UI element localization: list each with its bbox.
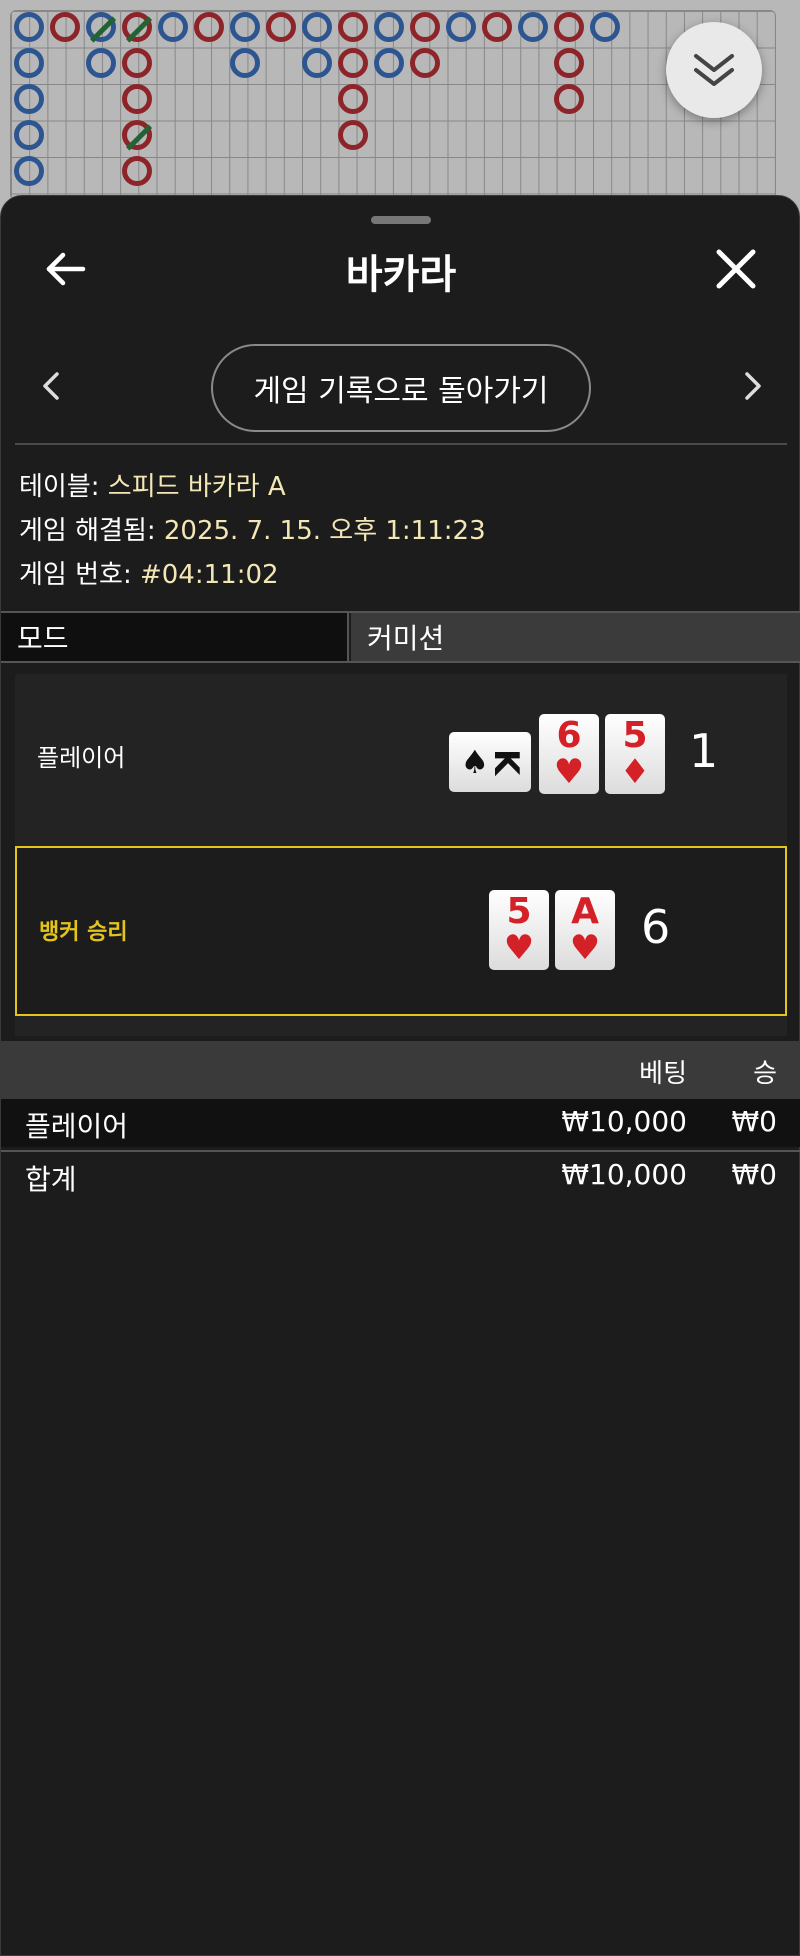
back-to-history-button[interactable]: 게임 기록으로 돌아가기 <box>211 344 591 432</box>
card-rank: A <box>571 891 599 932</box>
card-suit: ♥ <box>569 928 601 968</box>
divider <box>15 443 787 445</box>
table-row-total: 합계 ₩10,000 ₩0 <box>1 1152 800 1200</box>
card-suit: ♠ <box>460 743 490 781</box>
table-label: 테이블: <box>19 472 100 502</box>
page-title: 바카라 <box>345 252 457 298</box>
card-rank: 5 <box>622 715 648 756</box>
table-info: 테이블: 스피드 바카라 A <box>19 466 286 503</box>
double-chevron-down-icon <box>694 54 734 86</box>
road-overlay <box>0 0 800 220</box>
playing-card: 6 ♥ <box>539 714 599 794</box>
tab-commission[interactable]: 커미션 <box>351 613 800 661</box>
card-rank: 6 <box>556 715 582 756</box>
tab-mode[interactable]: 모드 <box>1 613 349 661</box>
resolved-label: 게임 해결됨: <box>19 516 156 546</box>
win-amount: ₩0 <box>731 1105 778 1138</box>
card-rank: 5 <box>506 891 532 932</box>
player-label: 플레이어 <box>37 744 126 772</box>
game-number-label: 게임 번호: <box>19 560 132 590</box>
banker-score: 6 <box>641 900 671 954</box>
bet-column-header: 베팅 <box>639 1059 687 1089</box>
chevron-left-icon[interactable] <box>37 366 67 406</box>
player-score: 1 <box>689 724 719 778</box>
bet-name: 플레이어 <box>25 1110 129 1143</box>
total-win-amount: ₩0 <box>731 1158 778 1191</box>
resolved-info: 게임 해결됨: 2025. 7. 15. 오후 1:11:23 <box>19 510 486 547</box>
game-detail-sheet: 바카라 게임 기록으로 돌아가기 테이블: 스피드 바카라 A 게임 해결됨: … <box>0 195 800 1956</box>
card-suit: ♥ <box>503 928 535 968</box>
playing-card: A ♥ <box>555 890 615 970</box>
playing-card: ♠ K <box>449 732 531 792</box>
table-row: 플레이어 ₩10,000 ₩0 <box>1 1099 800 1147</box>
win-column-header: 승 <box>753 1059 777 1089</box>
card-suit: ♦ <box>619 752 651 792</box>
card-suit: ♥ <box>553 752 585 792</box>
card-rank: K <box>486 748 527 776</box>
drag-handle[interactable] <box>371 216 431 224</box>
game-number-info: 게임 번호: #04:11:02 <box>19 554 279 591</box>
close-icon[interactable] <box>711 244 761 294</box>
chevron-right-icon[interactable] <box>737 366 767 406</box>
resolved-value: 2025. 7. 15. 오후 1:11:23 <box>163 516 486 546</box>
game-number-value: #04:11:02 <box>139 560 279 590</box>
table-value: 스피드 바카라 A <box>107 472 286 502</box>
collapse-button[interactable] <box>666 22 762 118</box>
total-label: 합계 <box>25 1163 77 1196</box>
playing-card: 5 ♥ <box>489 890 549 970</box>
playing-card: 5 ♦ <box>605 714 665 794</box>
bet-amount: ₩10,000 <box>561 1105 687 1138</box>
tab-bar: 모드 커미션 <box>1 611 800 663</box>
bead-road <box>0 0 800 220</box>
banker-hand-row: 뱅커 승리 5 ♥ A ♥ 6 <box>15 846 787 1016</box>
bet-table-header: 베팅 승 <box>1 1041 800 1099</box>
result-panel: 플레이어 ♠ K 6 ♥ 5 ♦ 1 뱅커 승리 5 ♥ A ♥ 6 <box>15 674 787 1036</box>
banker-win-label: 뱅커 승리 <box>39 920 128 945</box>
player-hand-row: 플레이어 ♠ K 6 ♥ 5 ♦ 1 <box>15 674 787 844</box>
total-bet-amount: ₩10,000 <box>561 1158 687 1191</box>
